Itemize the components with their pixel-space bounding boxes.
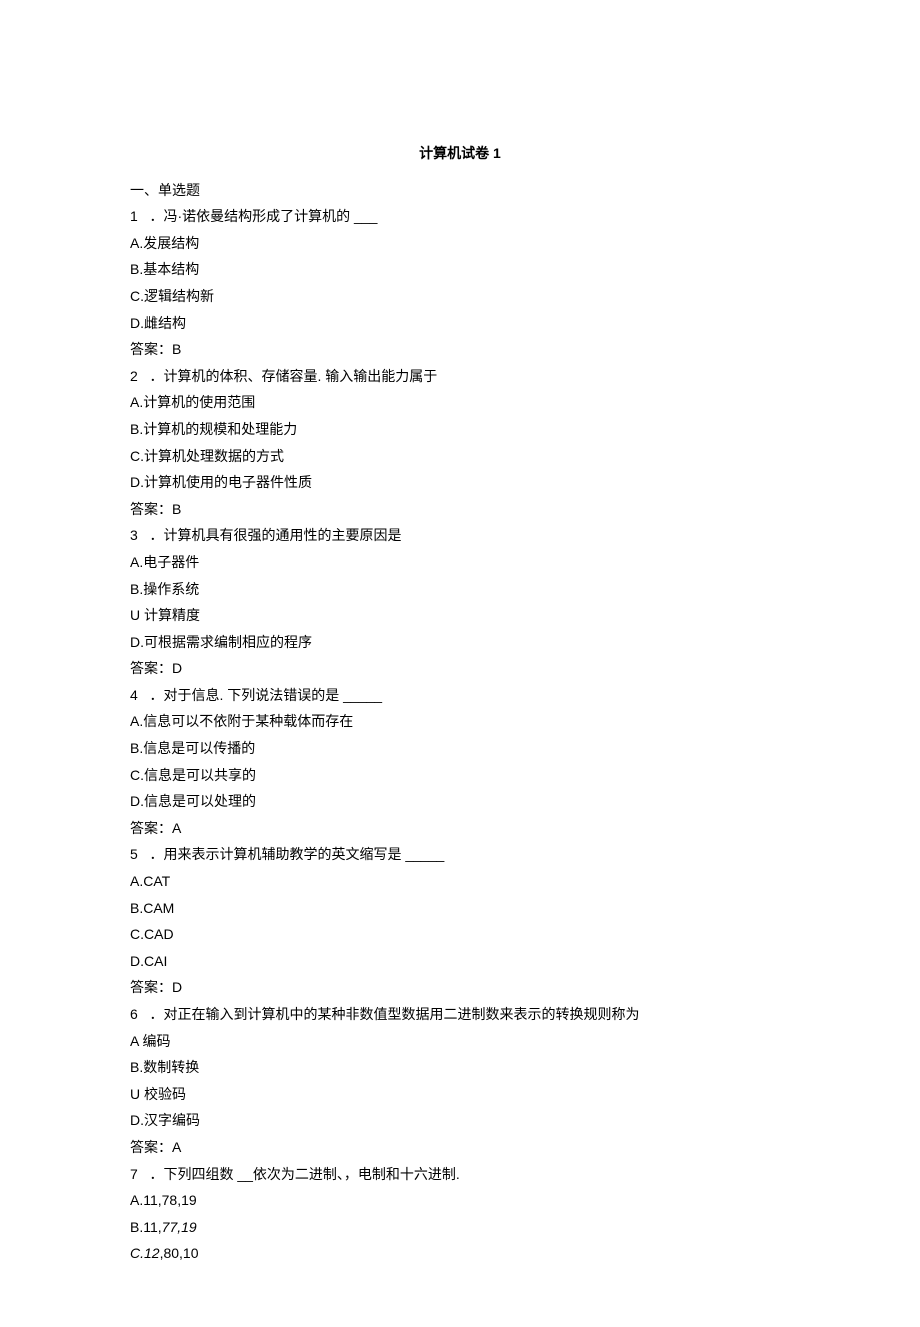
document-title: 计算机试卷 1	[130, 140, 790, 167]
question-stem: 7 ．下列四组数 __依次为二进制、，电制和十六进制.	[130, 1161, 790, 1188]
option: B.数制转换	[130, 1054, 790, 1081]
option: A.发展结构	[130, 230, 790, 257]
question-sep: ．	[149, 687, 163, 703]
question-number: 1	[130, 208, 138, 224]
option: C.12,80,10	[130, 1240, 790, 1267]
question-text: 冯·诺依曼结构形成了计算机的 ___	[163, 208, 377, 224]
option: D.CAI	[130, 948, 790, 975]
question-sep: ．	[149, 208, 163, 224]
question-text: 对于信息. 下列说法错误的是 _____	[163, 687, 382, 703]
option: C.CAD	[130, 921, 790, 948]
option: B.信息是可以传播的	[130, 735, 790, 762]
option: A.CAT	[130, 868, 790, 895]
answer: 答案：A	[130, 1134, 790, 1161]
question-number: 4	[130, 687, 138, 703]
question-number: 6	[130, 1006, 138, 1022]
option: D.计算机使用的电子器件性质	[130, 469, 790, 496]
option-rest: ,80,10	[160, 1245, 199, 1261]
option: A.计算机的使用范围	[130, 389, 790, 416]
option: A.11,78,19	[130, 1187, 790, 1214]
question-sep: ．	[149, 1006, 163, 1022]
question-stem: 5 ．用来表示计算机辅助教学的英文缩写是 _____	[130, 841, 790, 868]
question-number: 2	[130, 368, 138, 384]
option: C.计算机处理数据的方式	[130, 443, 790, 470]
question-stem: 4 ．对于信息. 下列说法错误的是 _____	[130, 682, 790, 709]
question-stem: 3 ．计算机具有很强的通用性的主要原因是	[130, 522, 790, 549]
option: A.电子器件	[130, 549, 790, 576]
option: C.信息是可以共享的	[130, 762, 790, 789]
option: B.基本结构	[130, 256, 790, 283]
option: A 编码	[130, 1028, 790, 1055]
question-sep: ．	[149, 368, 163, 384]
option: A.信息可以不依附于某种载体而存在	[130, 708, 790, 735]
question-number: 3	[130, 527, 138, 543]
question-number: 7	[130, 1166, 138, 1182]
option-italic: 77,19	[162, 1219, 197, 1235]
section-header: 一、单选题	[130, 177, 790, 204]
question-text: 下列四组数 __依次为二进制、，电制和十六进制.	[163, 1166, 459, 1182]
option: D.雌结构	[130, 310, 790, 337]
question-stem: 2 ．计算机的体积、存储容量. 输入输出能力属于	[130, 363, 790, 390]
option: B.CAM	[130, 895, 790, 922]
option: D.汉字编码	[130, 1107, 790, 1134]
question-sep: ．	[149, 1166, 163, 1182]
question-text: 计算机具有很强的通用性的主要原因是	[163, 527, 401, 543]
option: C.逻辑结构新	[130, 283, 790, 310]
question-number: 5	[130, 846, 138, 862]
question-stem: 6 ．对正在输入到计算机中的某种非数值型数据用二进制数来表示的转换规则称为	[130, 1001, 790, 1028]
option: B.计算机的规模和处理能力	[130, 416, 790, 443]
document-page: 计算机试卷 1 一、单选题 1 ．冯·诺依曼结构形成了计算机的 ___ A.发展…	[0, 0, 920, 1327]
question-text: 用来表示计算机辅助教学的英文缩写是 _____	[163, 846, 444, 862]
question-sep: ．	[149, 846, 163, 862]
option: D.可根据需求编制相应的程序	[130, 629, 790, 656]
option: U 计算精度	[130, 602, 790, 629]
answer: 答案：D	[130, 974, 790, 1001]
option-prefix: B.11,	[130, 1219, 162, 1235]
question-text: 计算机的体积、存储容量. 输入输出能力属于	[163, 368, 437, 384]
option-italic-prefix: C.12	[130, 1245, 160, 1261]
option: B.11,77,19	[130, 1214, 790, 1241]
option: B.操作系统	[130, 576, 790, 603]
answer: 答案：B	[130, 336, 790, 363]
option: U 校验码	[130, 1081, 790, 1108]
option: D.信息是可以处理的	[130, 788, 790, 815]
answer: 答案：D	[130, 655, 790, 682]
question-stem: 1 ．冯·诺依曼结构形成了计算机的 ___	[130, 203, 790, 230]
question-sep: ．	[149, 527, 163, 543]
answer: 答案：A	[130, 815, 790, 842]
answer: 答案：B	[130, 496, 790, 523]
question-text: 对正在输入到计算机中的某种非数值型数据用二进制数来表示的转换规则称为	[163, 1006, 639, 1022]
